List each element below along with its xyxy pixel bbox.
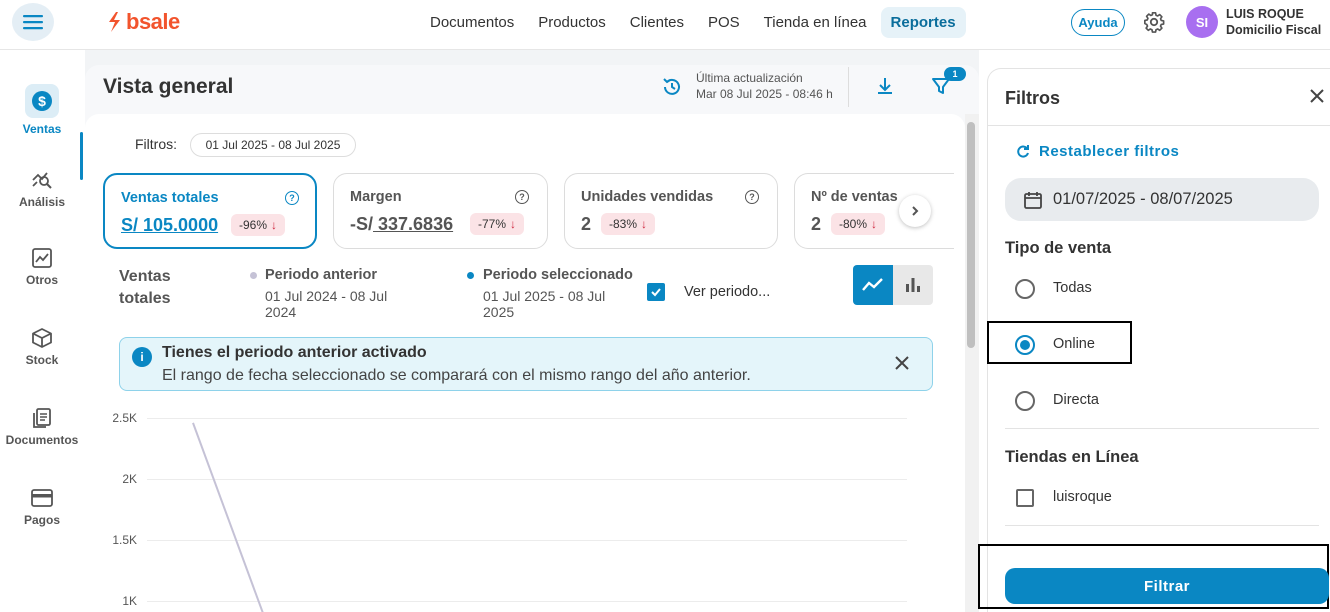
nav-pos[interactable]: POS	[698, 7, 750, 38]
main-nav: Documentos Productos Clientes POS Tienda…	[420, 7, 966, 38]
sidebar-item-label: Análisis	[18, 195, 66, 209]
date-range-value: 01/07/2025 - 08/07/2025	[1053, 190, 1233, 208]
analytics-icon	[32, 172, 52, 189]
dollar-icon: $	[25, 84, 59, 118]
menu-button[interactable]	[12, 3, 54, 41]
sidebar: $ Ventas Análisis Otros Stock Documentos…	[0, 50, 84, 612]
nav-tienda-en-linea[interactable]: Tienda en línea	[754, 7, 877, 38]
sidebar-item-otros[interactable]: Otros	[0, 247, 84, 287]
sidebar-item-label: Stock	[25, 353, 59, 367]
sidebar-item-label: Pagos	[23, 513, 60, 527]
sidebar-item-label: Ventas	[22, 122, 62, 136]
store-label[interactable]: luisroque	[1053, 489, 1112, 505]
brand-name: bsale	[126, 9, 180, 34]
top-navbar: bsale Documentos Productos Clientes POS …	[0, 0, 1330, 50]
radio-label-todas[interactable]: Todas	[1053, 280, 1092, 296]
divider	[988, 125, 1330, 126]
stores-title: Tiendas en Línea	[1005, 448, 1139, 466]
scrollbar-thumb[interactable]	[967, 122, 975, 348]
sidebar-item-label: Otros	[25, 273, 58, 287]
radio-online[interactable]	[1015, 335, 1035, 355]
brand-logo[interactable]: bsale	[106, 9, 180, 35]
help-button[interactable]: Ayuda	[1071, 9, 1125, 36]
svg-text:$: $	[38, 93, 46, 109]
nav-documentos[interactable]: Documentos	[420, 7, 524, 38]
reset-filters-button[interactable]: Restablecer filtros	[1039, 143, 1179, 160]
radio-todas[interactable]	[1015, 279, 1035, 299]
filter-panel-title: Filtros	[1005, 88, 1061, 108]
trend-chart-icon	[32, 248, 52, 268]
filter-panel-close-button[interactable]	[1309, 88, 1325, 109]
card-icon	[31, 489, 53, 507]
nav-reportes[interactable]: Reportes	[880, 7, 966, 38]
sale-type-title: Tipo de venta	[1005, 239, 1112, 257]
date-range-picker[interactable]: 01/07/2025 - 08/07/2025	[1005, 178, 1319, 221]
sidebar-item-ventas[interactable]: $ Ventas	[0, 84, 84, 136]
bsale-logo-icon	[109, 12, 120, 32]
apply-filters-button[interactable]: Filtrar	[1005, 568, 1329, 604]
sidebar-item-label: Documentos	[5, 433, 79, 447]
store-checkbox[interactable]	[1016, 489, 1034, 507]
sidebar-item-stock[interactable]: Stock	[0, 327, 84, 367]
nav-productos[interactable]: Productos	[528, 7, 616, 38]
box-icon	[32, 328, 52, 348]
chart-plot	[192, 422, 264, 612]
hamburger-icon	[23, 15, 43, 30]
user-info[interactable]: LUIS ROQUE Domicilio Fiscal	[1226, 6, 1321, 38]
divider	[1005, 525, 1319, 526]
reset-icon	[1016, 145, 1030, 164]
user-branch: Domicilio Fiscal	[1226, 23, 1322, 37]
documents-icon	[33, 408, 51, 428]
nav-clientes[interactable]: Clientes	[620, 7, 694, 38]
calendar-icon	[1024, 191, 1042, 209]
gear-icon	[1144, 12, 1165, 33]
radio-label-online[interactable]: Online	[1053, 336, 1095, 352]
avatar[interactable]: SI	[1186, 6, 1218, 38]
radio-label-directa[interactable]: Directa	[1053, 392, 1099, 408]
sidebar-item-analisis[interactable]: Análisis	[0, 167, 84, 209]
sidebar-item-documentos[interactable]: Documentos	[0, 407, 84, 447]
settings-button[interactable]	[1143, 11, 1165, 38]
series-line-previous	[192, 422, 264, 612]
main-area: Vista general Última actualización Mar 0…	[85, 50, 979, 612]
radio-directa[interactable]	[1015, 391, 1035, 411]
filter-panel: Filtros Restablecer filtros 01/07/2025 -…	[978, 68, 1330, 612]
sidebar-item-pagos[interactable]: Pagos	[0, 487, 84, 527]
divider	[1005, 428, 1319, 429]
close-icon	[1310, 89, 1324, 103]
user-name: LUIS ROQUE	[1226, 7, 1304, 21]
